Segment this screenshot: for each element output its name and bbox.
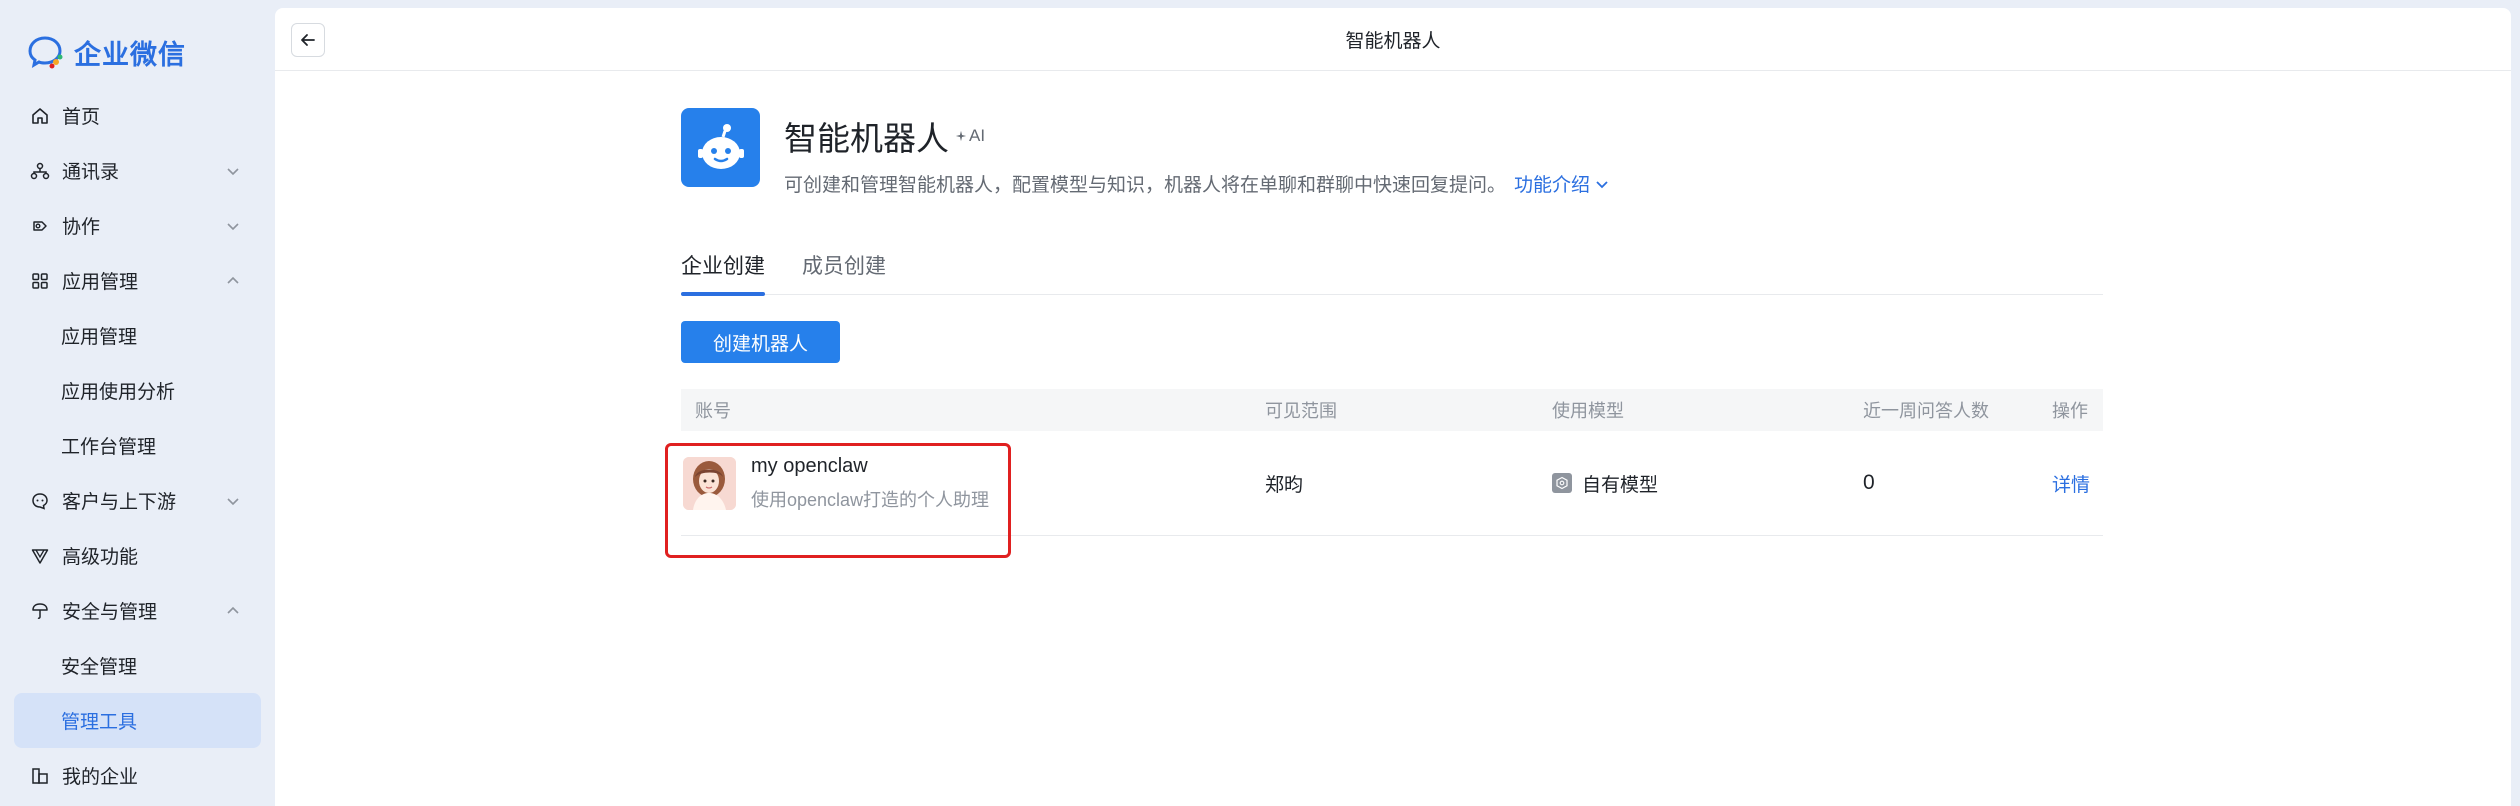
wecom-logo-icon: [28, 36, 63, 69]
detail-link[interactable]: 详情: [2052, 470, 2103, 497]
customer-icon: [30, 491, 50, 511]
sidebar-item-label: 高级功能: [62, 547, 139, 568]
visibility-cell: 郑昀: [1265, 474, 1304, 496]
ai-badge: AI: [955, 126, 985, 146]
header-text: 智能机器人 AI 可创建和管理智能机器人，配置模型与知识，机器人将在单聊和群聊中…: [784, 108, 1610, 197]
column-header-visibility: 可见范围: [1265, 401, 1337, 421]
sidebar-subitem-security-management[interactable]: 安全管理: [0, 638, 275, 693]
back-button[interactable]: [291, 23, 325, 57]
sidebar-item-my-enterprise[interactable]: 我的企业: [0, 748, 275, 803]
feature-intro-link[interactable]: 功能介绍: [1514, 170, 1610, 197]
enterprise-icon: [30, 766, 50, 786]
description-row: 可创建和管理智能机器人，配置模型与知识，机器人将在单聊和群聊中快速回复提问。 功…: [784, 170, 1610, 197]
collab-icon: [30, 216, 50, 236]
brand-logo[interactable]: 企业微信: [26, 30, 186, 74]
sidebar-subitem-admin-tools[interactable]: 管理工具: [14, 693, 261, 748]
sidebar-item-label: 工作台管理: [61, 437, 157, 458]
content: 智能机器人 AI 可创建和管理智能机器人，配置模型与知识，机器人将在单聊和群聊中…: [665, 108, 2103, 558]
sidebar-subitem-workbench[interactable]: 工作台管理: [0, 418, 275, 473]
home-icon: [30, 106, 50, 126]
sidebar-item-label: 客户与上下游: [62, 492, 177, 513]
model-cell: 自有模型: [1552, 470, 1863, 497]
sidebar-item-label: 安全与管理: [62, 602, 158, 623]
main-panel: 智能机器人 智能机器人 AI 可创建和管理智能机器人，配置模型与知识，机器人将在…: [275, 8, 2511, 806]
column-header-account: 账号: [695, 401, 731, 421]
robot-subtitle: 使用openclaw打造的个人助理: [751, 489, 990, 510]
avatar-portrait-icon: [683, 456, 736, 510]
sidebar-item-advanced[interactable]: 高级功能: [0, 528, 275, 583]
title-row: 智能机器人 AI: [784, 112, 1610, 160]
chevron-down-icon: [227, 222, 239, 230]
contacts-icon: [30, 161, 50, 181]
column-header-weekly-users: 近一周问答人数: [1863, 401, 1989, 421]
feature-intro-label: 功能介绍: [1514, 175, 1591, 196]
tab-bar: 企业创建 成员创建: [681, 249, 2103, 296]
robot-logo: [681, 108, 760, 187]
sidebar-subitem-app-management[interactable]: 应用管理: [0, 308, 275, 363]
sidebar-subitem-app-usage[interactable]: 应用使用分析: [0, 363, 275, 418]
sidebar-item-label: 安全管理: [61, 657, 138, 678]
chevron-up-icon: [227, 276, 239, 284]
account-cell: my openclaw 使用openclaw打造的个人助理: [681, 455, 1265, 512]
ai-badge-text: AI: [969, 126, 986, 145]
sidebar-item-label: 协作: [62, 217, 101, 238]
sidebar-item-label: 我的企业: [62, 767, 139, 788]
sidebar-item-label: 首页: [62, 107, 101, 128]
robot-table: 账号 可见范围 使用模型 近一周问答人数 操作 my openclaw 使用op…: [665, 389, 2103, 558]
page-title: 智能机器人: [1345, 30, 1441, 52]
chevron-down-icon: [1596, 180, 1608, 188]
tab-member-created[interactable]: 成员创建: [802, 249, 886, 295]
avatar: [683, 456, 736, 510]
arrow-left-icon: [301, 34, 315, 46]
sidebar-item-home[interactable]: 首页: [0, 88, 275, 143]
sidebar-item-label: 应用管理: [61, 327, 138, 348]
create-robot-button[interactable]: 创建机器人: [681, 321, 840, 363]
chevron-down-icon: [227, 497, 239, 505]
sidebar: 企业微信 首页 通讯录 协作 应用管理 应用管理 应用使用分析 工作台管理 客户…: [0, 0, 275, 806]
sidebar-item-label: 应用管理: [62, 272, 139, 293]
model-name: 自有模型: [1582, 474, 1659, 496]
bot-header: 智能机器人 AI 可创建和管理智能机器人，配置模型与知识，机器人将在单聊和群聊中…: [681, 108, 2103, 197]
sidebar-item-contacts[interactable]: 通讯录: [0, 143, 275, 198]
sidebar-item-label: 应用使用分析: [61, 382, 176, 403]
sidebar-item-security[interactable]: 安全与管理: [0, 583, 275, 638]
sidebar-item-app-management[interactable]: 应用管理: [0, 253, 275, 308]
robot-name: my openclaw: [751, 454, 868, 477]
robot-icon: [697, 123, 744, 169]
advanced-icon: [30, 546, 50, 566]
sidebar-item-collab[interactable]: 协作: [0, 198, 275, 253]
column-header-action: 操作: [2052, 401, 2088, 421]
apps-icon: [30, 271, 50, 291]
model-icon: [1552, 473, 1572, 493]
sparkle-icon: [955, 130, 967, 142]
table-header: 账号 可见范围 使用模型 近一周问答人数 操作: [681, 389, 2103, 431]
weekly-users-cell: 0: [1863, 471, 1875, 494]
column-header-model: 使用模型: [1552, 401, 1624, 421]
topbar: 智能机器人: [275, 8, 2511, 71]
chevron-down-icon: [227, 167, 239, 175]
chevron-up-icon: [227, 606, 239, 614]
sidebar-nav: 首页 通讯录 协作 应用管理 应用管理 应用使用分析 工作台管理 客户与上下游 …: [0, 88, 275, 803]
table-row[interactable]: my openclaw 使用openclaw打造的个人助理 郑昀 自有模型 0 …: [665, 431, 2103, 558]
sidebar-item-customers[interactable]: 客户与上下游: [0, 473, 275, 528]
bot-title: 智能机器人: [784, 120, 949, 157]
sidebar-item-label: 管理工具: [61, 712, 138, 733]
account-text: my openclaw 使用openclaw打造的个人助理: [751, 455, 989, 512]
bot-description: 可创建和管理智能机器人，配置模型与知识，机器人将在单聊和群聊中快速回复提问。: [784, 175, 1507, 196]
tab-enterprise-created[interactable]: 企业创建: [681, 249, 765, 296]
security-icon: [30, 601, 50, 621]
brand-name: 企业微信: [74, 39, 186, 70]
sidebar-item-label: 通讯录: [62, 162, 120, 183]
